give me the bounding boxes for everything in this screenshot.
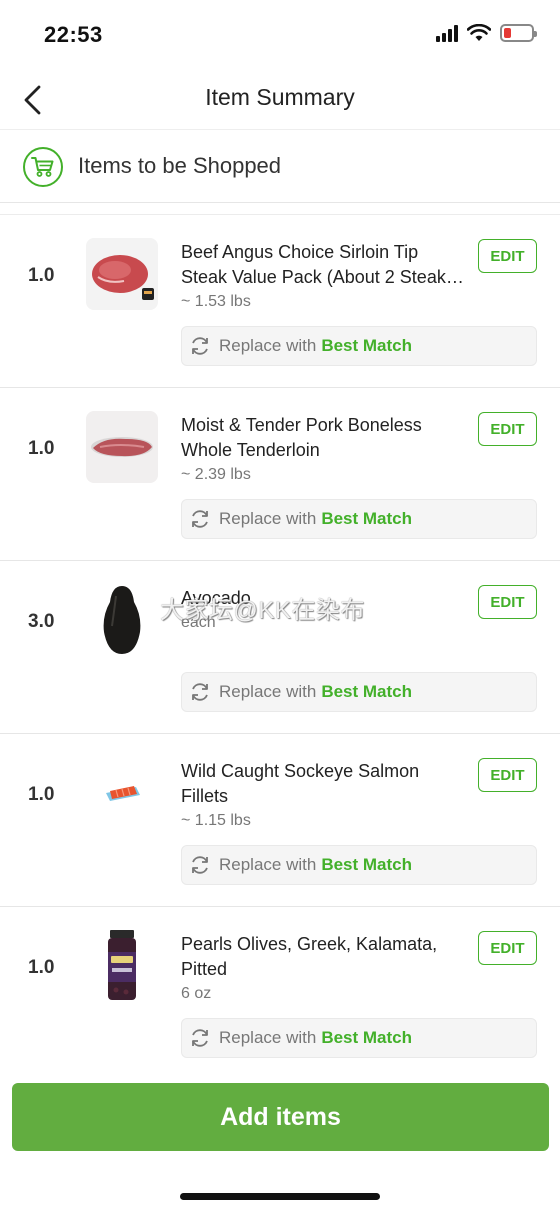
item-name: Pearls Olives, Greek, Kalamata, Pitted — [181, 934, 438, 979]
status-bar: 22:53 — [0, 0, 560, 70]
item-quantity: 1.0 — [28, 265, 55, 286]
replace-label: Replace with — [219, 855, 317, 874]
replace-label: Replace with — [219, 1028, 317, 1047]
replace-label: Replace with — [219, 336, 317, 355]
replace-label: Replace with — [219, 682, 317, 701]
list-item: 1.0 Beef Angus Choice Sirloin Tip Steak … — [0, 215, 560, 388]
replace-best-match-button[interactable]: Replace with Best Match — [181, 326, 537, 366]
pork-image — [86, 411, 158, 483]
refresh-icon — [189, 335, 211, 357]
wifi-icon — [467, 24, 491, 41]
best-match-label: Best Match — [321, 509, 413, 528]
olive-jar-image — [86, 930, 158, 1002]
beef-image — [86, 238, 158, 310]
item-name: Beef Angus Choice Sirloin Tip Steak Valu… — [181, 242, 455, 287]
replace-label: Replace with — [219, 509, 317, 528]
cellular-signal-icon — [436, 24, 458, 42]
list-item: 1.0 Pearls Olives, Greek, Kalamata, Pitt… — [0, 907, 560, 1080]
watermark-text: 大家坛@KK在染布 — [160, 597, 365, 624]
edit-button[interactable]: EDIT — [478, 412, 537, 446]
item-size: ~ 2.39 lbs — [181, 466, 251, 483]
section-header: Items to be Shopped — [0, 131, 560, 203]
add-items-button[interactable]: Add items — [12, 1083, 549, 1151]
salmon-image — [86, 757, 158, 829]
replace-best-match-button[interactable]: Replace with Best Match — [181, 499, 537, 539]
list-item: 3.0 Avocado each EDIT Replace with Best … — [0, 561, 560, 734]
battery-icon — [500, 24, 537, 42]
replace-best-match-button[interactable]: Replace with Best Match — [181, 1018, 537, 1058]
item-size: ~ 1.15 lbs — [181, 812, 251, 829]
best-match-label: Best Match — [321, 336, 413, 355]
list-item: 1.0 Moist & Tender Pork Boneless Whole T… — [0, 388, 560, 561]
avocado-image — [86, 584, 158, 656]
refresh-icon — [189, 508, 211, 530]
item-quantity: 1.0 — [28, 957, 55, 978]
item-quantity: 3.0 — [28, 611, 55, 632]
edit-button[interactable]: EDIT — [478, 585, 537, 619]
list-item: 1.0 Wild Caught Sockeye Salmon Fillets ~… — [0, 734, 560, 907]
cart-icon — [23, 147, 63, 187]
item-size: ~ 1.53 lbs — [181, 293, 251, 310]
status-time: 22:53 — [44, 22, 103, 47]
nav-header: Item Summary — [0, 70, 560, 130]
replace-best-match-button[interactable]: Replace with Best Match — [181, 845, 537, 885]
replace-best-match-button[interactable]: Replace with Best Match — [181, 672, 537, 712]
page-title: Item Summary — [205, 84, 355, 110]
best-match-label: Best Match — [321, 682, 413, 701]
best-match-label: Best Match — [321, 1028, 413, 1047]
item-quantity: 1.0 — [28, 438, 55, 459]
edit-button[interactable]: EDIT — [478, 931, 537, 965]
home-indicator[interactable] — [180, 1193, 380, 1200]
status-icons — [436, 24, 537, 42]
item-name: Moist & Tender Pork Boneless Whole Tende… — [181, 415, 422, 460]
refresh-icon — [189, 1027, 211, 1049]
refresh-icon — [189, 681, 211, 703]
refresh-icon — [189, 854, 211, 876]
edit-button[interactable]: EDIT — [478, 758, 537, 792]
item-size: 6 oz — [181, 985, 212, 1002]
edit-button[interactable]: EDIT — [478, 239, 537, 273]
best-match-label: Best Match — [321, 855, 413, 874]
item-list: 1.0 Beef Angus Choice Sirloin Tip Steak … — [0, 214, 560, 1080]
item-name: Wild Caught Sockeye Salmon Fillets — [181, 761, 420, 806]
section-title: Items to be Shopped — [78, 153, 282, 178]
bottom-bar: Add items — [0, 1072, 560, 1212]
item-quantity: 1.0 — [28, 784, 55, 805]
